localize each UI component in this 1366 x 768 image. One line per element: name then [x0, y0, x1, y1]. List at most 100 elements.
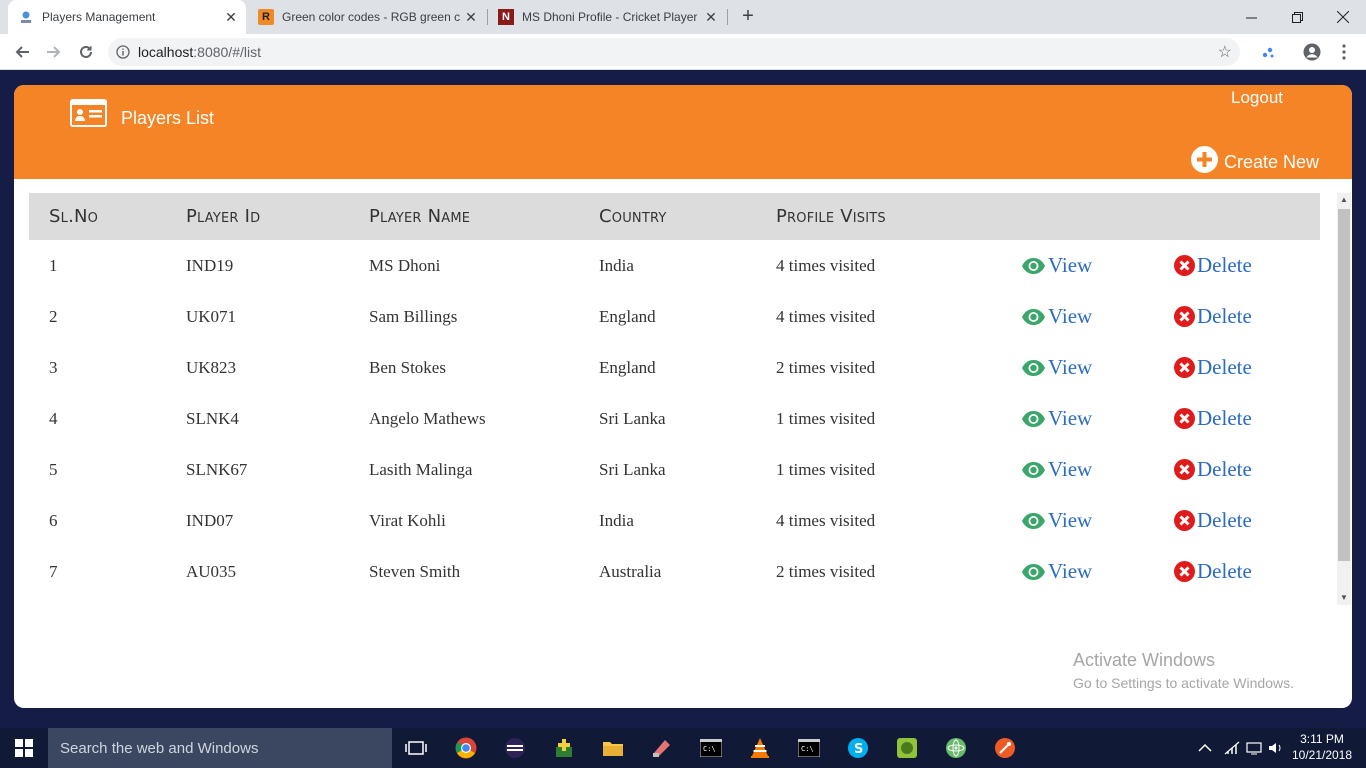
page-scrollbar[interactable]: ▲ ▼ — [1337, 193, 1351, 605]
view-label: View — [1048, 253, 1093, 277]
address-bar[interactable]: localhost:8080/#/list ☆ — [108, 38, 1240, 66]
volume-icon[interactable] — [1268, 728, 1284, 768]
skype-icon[interactable]: S — [844, 734, 872, 762]
minimize-icon[interactable] — [1228, 0, 1274, 34]
windows-start-icon[interactable] — [0, 728, 48, 768]
close-tab-icon[interactable]: ✕ — [222, 9, 240, 26]
page-title: Players List — [121, 108, 215, 128]
tab-green-color-codes[interactable]: R Green color codes - RGB green c ✕ — [248, 0, 486, 34]
clock-date: 10/21/2018 — [1291, 748, 1353, 762]
view-link[interactable]: View — [1021, 393, 1092, 444]
new-tab-button[interactable]: + — [736, 5, 760, 29]
delete-label: Delete — [1197, 253, 1252, 277]
tray-chevron-up-icon[interactable] — [1198, 728, 1212, 768]
cell-player-id: SLNK67 — [186, 460, 248, 479]
column-header-profile-visits: Profile Visits — [776, 206, 886, 227]
vlc-icon[interactable] — [746, 734, 774, 762]
cell-country: Sri Lanka — [599, 409, 666, 428]
delete-link[interactable]: Delete — [1174, 342, 1252, 393]
eye-icon — [1021, 257, 1047, 275]
task-view-icon[interactable] — [402, 734, 430, 762]
view-label: View — [1048, 304, 1093, 328]
delete-label: Delete — [1197, 457, 1252, 481]
table-row: 3 UK823 Ben Stokes England 2 times visited Vi… — [29, 342, 1320, 393]
notepad-plus-icon[interactable] — [893, 734, 921, 762]
back-arrow-icon[interactable] — [8, 38, 36, 66]
file-explorer-icon[interactable] — [599, 734, 627, 762]
close-window-icon[interactable] — [1320, 0, 1366, 34]
display-icon[interactable] — [1246, 728, 1262, 768]
delete-link[interactable]: Delete — [1174, 444, 1252, 495]
delete-link[interactable]: Delete — [1174, 291, 1252, 342]
bookmark-star-icon[interactable]: ☆ — [1218, 42, 1232, 62]
view-link[interactable]: View — [1021, 495, 1092, 546]
watermark-subtitle: Go to Settings to activate Windows. — [1073, 675, 1294, 691]
taskbar-search-box[interactable]: Search the web and Windows — [48, 728, 392, 768]
cell-player-name: Virat Kohli — [369, 511, 446, 530]
plus-circle-icon — [1191, 146, 1218, 178]
create-new-label: Create New — [1224, 151, 1320, 172]
delete-link[interactable]: Delete — [1174, 495, 1252, 546]
cell-sl-no: 4 — [49, 409, 58, 428]
activate-windows-watermark: Activate Windows Go to Settings to activ… — [1073, 650, 1294, 691]
view-link[interactable]: View — [1021, 342, 1092, 393]
menu-kebab-icon[interactable] — [1330, 38, 1358, 66]
delete-link[interactable]: Delete — [1174, 393, 1252, 444]
eye-icon — [1021, 512, 1047, 530]
eye-icon — [1021, 461, 1047, 479]
extension-icon[interactable] — [1254, 38, 1282, 66]
cell-profile-visits: 4 times visited — [776, 256, 876, 275]
cell-player-name: MS Dhoni — [369, 256, 441, 275]
cell-player-id: IND19 — [186, 256, 234, 275]
view-link[interactable]: View — [1021, 291, 1092, 342]
restore-icon[interactable] — [1274, 0, 1320, 34]
cell-sl-no: 1 — [49, 256, 58, 275]
cell-player-id: UK823 — [186, 358, 237, 377]
delete-link[interactable]: Delete — [1174, 546, 1252, 597]
info-icon[interactable] — [108, 45, 138, 59]
cell-profile-visits: 1 times visited — [776, 409, 876, 428]
column-header-country: Country — [599, 206, 667, 227]
app-installer-icon[interactable] — [550, 734, 578, 762]
eclipse-icon[interactable] — [501, 734, 529, 762]
table-row: 7 AU035 Steven Smith Australia 2 times visit… — [29, 546, 1320, 597]
url-text: localhost:8080/#/list — [138, 44, 261, 60]
delete-label: Delete — [1197, 559, 1252, 583]
table-row: 1 IND19 MS Dhoni India 4 times visited View De… — [29, 240, 1320, 291]
atom-editor-icon[interactable] — [942, 734, 970, 762]
delete-x-circle-icon — [1174, 561, 1196, 582]
scroll-up-icon[interactable]: ▲ — [1337, 193, 1351, 207]
scroll-down-icon[interactable]: ▼ — [1337, 591, 1351, 605]
cell-profile-visits: 2 times visited — [776, 562, 876, 581]
cell-profile-visits: 4 times visited — [776, 511, 876, 530]
tab-ms-dhoni-profile[interactable]: N MS Dhoni Profile - Cricket Player ✕ — [488, 0, 726, 34]
url-path: :8080/#/list — [193, 44, 261, 60]
tab-players-management[interactable]: Players Management ✕ — [8, 0, 246, 34]
delete-x-circle-icon — [1174, 459, 1196, 480]
taskbar-clock[interactable]: 3:11 PM 10/21/2018 — [1290, 731, 1354, 763]
postman-icon[interactable] — [991, 734, 1019, 762]
logout-link[interactable]: Logout — [1231, 88, 1283, 108]
view-link[interactable]: View — [1021, 444, 1092, 495]
view-link[interactable]: View — [1021, 546, 1092, 597]
scrollbar-thumb[interactable] — [1338, 209, 1350, 561]
close-tab-icon[interactable]: ✕ — [462, 9, 480, 26]
close-tab-icon[interactable]: ✕ — [702, 9, 720, 26]
table-row: 5 SLNK67 Lasith Malinga Sri Lanka 1 times vi… — [29, 444, 1320, 495]
delete-link[interactable]: Delete — [1174, 240, 1252, 291]
cell-player-name: Sam Billings — [369, 307, 458, 326]
profile-avatar-icon[interactable] — [1298, 38, 1326, 66]
page-header: Players List Logout Create New — [14, 85, 1352, 179]
cell-profile-visits: 1 times visited — [776, 460, 876, 479]
paint-app-icon[interactable] — [648, 734, 676, 762]
network-icon[interactable] — [1224, 728, 1240, 768]
chrome-icon[interactable] — [452, 734, 480, 762]
view-link[interactable]: View — [1021, 240, 1092, 291]
delete-x-circle-icon — [1174, 306, 1196, 327]
tab-separator — [727, 9, 728, 25]
command-prompt-icon[interactable]: C:\ — [795, 734, 823, 762]
terminal-icon[interactable]: C:\ — [697, 734, 725, 762]
reload-icon[interactable] — [72, 38, 100, 66]
create-new-button[interactable]: Create New — [1191, 146, 1319, 178]
forward-arrow-icon[interactable] — [40, 38, 68, 66]
